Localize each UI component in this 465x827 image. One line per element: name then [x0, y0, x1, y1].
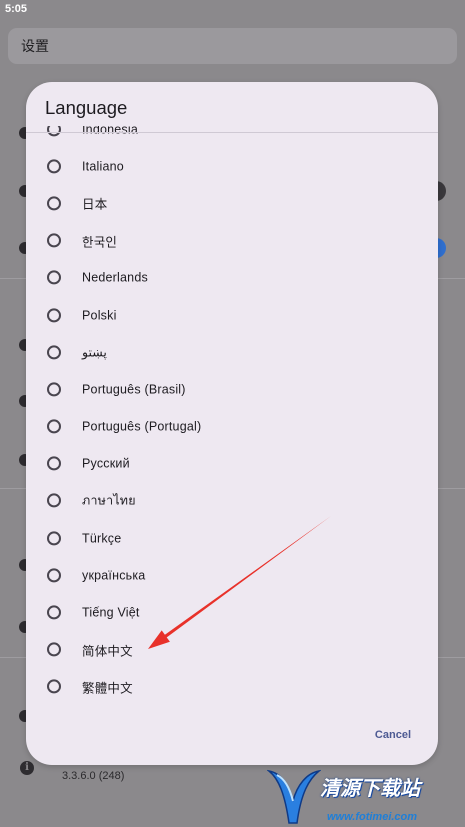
- language-option-label: Português (Brasil): [82, 382, 186, 397]
- settings-header-bar[interactable]: 设置: [8, 28, 457, 64]
- language-option-label: 简体中文: [82, 644, 133, 659]
- watermark-name: 清源下载站: [320, 778, 420, 800]
- radio-button[interactable]: [47, 679, 61, 694]
- language-option-label: 日本: [82, 197, 108, 212]
- language-dialog: Language Indonesia Italiano 日本 한국인 Nederland…: [26, 82, 438, 765]
- language-option[interactable]: Nederlands: [26, 259, 438, 296]
- app-version-value: 3.3.6.0 (248): [62, 770, 125, 782]
- status-bar-time: 5:05: [5, 3, 28, 15]
- language-option-label: Indonesia: [82, 126, 139, 136]
- language-option-label: українська: [82, 568, 146, 583]
- language-option[interactable]: Português (Portugal): [26, 408, 438, 445]
- language-option[interactable]: Português (Brasil): [26, 371, 438, 408]
- radio-button[interactable]: [47, 568, 61, 583]
- radio-button[interactable]: [47, 605, 61, 620]
- language-list: Indonesia Italiano 日本 한국인 Nederlands Polski پښ…: [26, 126, 438, 705]
- language-option-label: 繁體中文: [82, 681, 133, 696]
- language-option-label: Italiano: [82, 159, 124, 174]
- watermark: 清源下载站 www.fotimei.com: [265, 765, 465, 827]
- language-option-label: Polski: [82, 307, 117, 322]
- radio-button[interactable]: [47, 382, 61, 397]
- language-option-label: ภาษาไทย: [82, 493, 136, 508]
- language-option[interactable]: Italiano: [26, 148, 438, 185]
- page-title: 设置: [21, 38, 49, 54]
- language-option-label: Türkçe: [82, 531, 122, 546]
- watermark-url: www.fotimei.com: [327, 811, 418, 823]
- radio-button[interactable]: [47, 456, 61, 471]
- language-option[interactable]: 日本: [26, 185, 438, 222]
- screen: { "colors": { "scrim": "#8b898c", "heade…: [0, 0, 465, 827]
- radio-button[interactable]: [47, 493, 61, 508]
- language-option-label: Português (Portugal): [82, 419, 202, 434]
- language-option-label: Tiếng Việt: [82, 605, 140, 620]
- watermark-logo-icon: [267, 769, 321, 824]
- language-option[interactable]: پښتو: [26, 334, 438, 371]
- dialog-title: Language: [45, 97, 128, 118]
- language-option[interactable]: 简体中文: [26, 631, 438, 668]
- info-icon: i: [20, 761, 34, 775]
- radio-button[interactable]: [47, 126, 61, 136]
- radio-button[interactable]: [47, 531, 61, 546]
- language-option-label: Nederlands: [82, 270, 148, 285]
- language-option[interactable]: Tiếng Việt: [26, 594, 438, 631]
- language-option[interactable]: Indonesia: [26, 126, 438, 148]
- radio-button[interactable]: [47, 196, 61, 211]
- language-option[interactable]: 繁體中文: [26, 668, 438, 705]
- language-option[interactable]: Русский: [26, 445, 438, 482]
- list-top-divider: [26, 132, 438, 133]
- radio-button[interactable]: [47, 307, 61, 322]
- language-option[interactable]: українська: [26, 557, 438, 594]
- language-list-scroll-area[interactable]: Indonesia Italiano 日本 한국인 Nederlands Polski پښ…: [26, 126, 438, 706]
- radio-button[interactable]: [47, 345, 61, 360]
- language-option[interactable]: ภาษาไทย: [26, 482, 438, 519]
- radio-button[interactable]: [47, 642, 61, 657]
- language-option[interactable]: 한국인: [26, 222, 438, 259]
- language-option-label: پښتو: [82, 345, 107, 360]
- radio-button[interactable]: [47, 419, 61, 434]
- cancel-button[interactable]: Cancel: [375, 726, 411, 744]
- language-option[interactable]: Polski: [26, 296, 438, 333]
- radio-button[interactable]: [47, 159, 61, 174]
- language-option-label: Русский: [82, 456, 130, 471]
- radio-button[interactable]: [47, 233, 61, 248]
- language-option-label: 한국인: [82, 235, 118, 250]
- radio-button[interactable]: [47, 270, 61, 285]
- language-option[interactable]: Türkçe: [26, 519, 438, 556]
